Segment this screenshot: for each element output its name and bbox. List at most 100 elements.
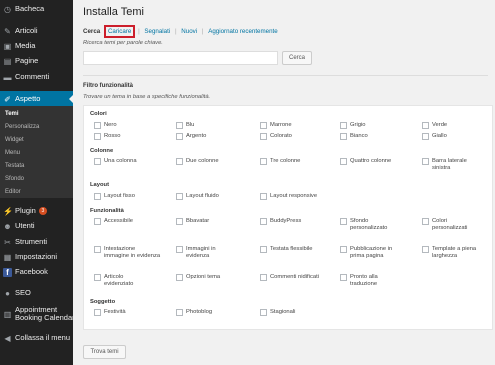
menu-label: Media [15,41,36,50]
plugin-icon: ⚡ [3,207,13,216]
checkbox[interactable] [94,133,101,140]
submenu-item-widget[interactable]: Widget [5,135,24,145]
seo-icon: ● [5,289,10,298]
checkbox[interactable] [260,246,267,253]
checkbox[interactable] [422,122,429,129]
page-title: Installa Temi [83,6,144,18]
menu-item-appointment-booking-calendar[interactable]: ▥ Appointment Booking Calendar [0,303,73,325]
group-title-funzionalita: Funzionalità [90,208,124,214]
menu-item-plugin[interactable]: ⚡ Plugin 3 [0,204,73,218]
search-button[interactable]: Cerca [282,51,312,65]
menu-label: Commenti [15,72,50,81]
comment-icon: ▬ [3,73,12,82]
filter-description: Trovare un tema in base a specifiche fun… [83,94,211,100]
collapse-icon: ◀ [4,334,11,343]
brush-icon: ✐ [4,95,11,104]
checkbox[interactable] [94,246,101,253]
submenu-item-sfondo[interactable]: Sfondo [5,174,24,184]
menu-item-media[interactable]: ▣ Media [0,39,73,53]
menu-item-articoli[interactable]: ✎ Articoli [0,24,73,38]
main-content: Installa Temi Cerca Caricare | Segnalati… [73,0,495,365]
checkbox[interactable] [260,274,267,281]
checkbox[interactable] [176,133,183,140]
pin-icon: ✎ [4,27,11,36]
facebook-icon: f [3,268,12,277]
menu-label: Strumenti [15,237,48,246]
menu-label: Pagine [15,56,39,65]
menu-item-bacheca[interactable]: ◷ Bacheca [0,2,73,16]
menu-item-aspetto[interactable]: ✐ Aspetto [0,91,73,107]
tab-segnalati[interactable]: Segnalati [142,28,172,35]
checkbox[interactable] [422,133,429,140]
search-input[interactable] [83,51,278,65]
page-icon: ▤ [3,57,12,66]
menu-label: Plugin [15,206,36,215]
checkbox[interactable] [422,218,429,225]
menu-label: Aspetto [15,94,41,103]
checkbox[interactable] [94,158,101,165]
checkbox[interactable] [340,218,347,225]
menu-item-strumenti[interactable]: ✂ Strumenti [0,235,73,249]
checkbox[interactable] [340,158,347,165]
checkbox[interactable] [260,193,267,200]
checkbox[interactable] [94,218,101,225]
checkbox[interactable] [94,274,101,281]
checkbox[interactable] [176,218,183,225]
checkbox[interactable] [340,133,347,140]
menu-label: Articoli [15,26,38,35]
checkbox[interactable] [260,158,267,165]
checkbox[interactable] [176,246,183,253]
menu-item-commenti[interactable]: ▬ Commenti [0,70,73,84]
dashboard-icon: ◷ [4,5,11,14]
find-themes-button[interactable]: Trova temi [83,345,126,359]
group-title-soggetto: Soggetto [90,299,116,305]
menu-label-line2: Booking Calendar [15,313,73,322]
checkbox[interactable] [176,122,183,129]
menu-item-facebook[interactable]: f Facebook [0,265,73,279]
menu-label: Facebook [15,267,48,276]
checkbox[interactable] [260,218,267,225]
checkbox[interactable] [176,193,183,200]
checkbox[interactable] [340,122,347,129]
submenu-item-menu[interactable]: Menu [5,148,20,158]
tab-separator: | [201,28,204,35]
tab-aggiornato-recentemente[interactable]: Aggiornato recentemente [206,28,279,35]
menu-label: Bacheca [15,4,45,13]
menu-item-impostazioni[interactable]: ▦ Impostazioni [0,250,73,264]
group-title-colori: Colori [90,111,107,117]
checkbox[interactable] [340,274,347,281]
checkbox[interactable] [176,158,183,165]
divider [83,75,488,76]
submenu-item-testata[interactable]: Testata [5,161,24,171]
submenu-item-editor[interactable]: Editor [5,187,21,197]
checkbox[interactable] [260,309,267,316]
update-count-badge: 3 [38,207,47,215]
collapse-menu-button[interactable]: ◀ Collassa il menu [0,331,73,345]
tools-icon: ✂ [4,238,11,247]
calendar-icon: ▥ [3,310,12,319]
checkbox[interactable] [176,309,183,316]
menu-item-seo[interactable]: ● SEO [0,286,73,300]
menu-item-pagine[interactable]: ▤ Pagine [0,54,73,68]
checkbox[interactable] [422,246,429,253]
checkbox[interactable] [94,122,101,129]
filter-heading: Filtro funzionalità [83,83,133,89]
checkbox[interactable] [94,193,101,200]
checkbox[interactable] [260,122,267,129]
tab-separator: | [138,28,140,35]
tab-caricare[interactable]: Caricare [103,25,136,38]
search-hint: Ricerca temi per parole chiave. [83,40,163,46]
checkbox[interactable] [340,246,347,253]
menu-item-utenti[interactable]: ☻ Utenti [0,219,73,233]
submenu-item-temi[interactable]: Temi [5,109,19,119]
checkbox[interactable] [176,274,183,281]
checkbox[interactable] [422,158,429,165]
admin-sidebar: ◷ Bacheca ✎ Articoli ▣ Media ▤ Pagine ▬ … [0,0,73,365]
theme-install-tabs: Cerca Caricare | Segnalati | Nuovi | Agg… [83,25,280,38]
tab-nuovi[interactable]: Nuovi [179,28,199,35]
checkbox[interactable] [260,133,267,140]
users-icon: ☻ [3,222,12,231]
submenu-item-personalizza[interactable]: Personalizza [5,122,39,132]
checkbox[interactable] [94,309,101,316]
tab-cerca[interactable]: Cerca [83,28,102,35]
